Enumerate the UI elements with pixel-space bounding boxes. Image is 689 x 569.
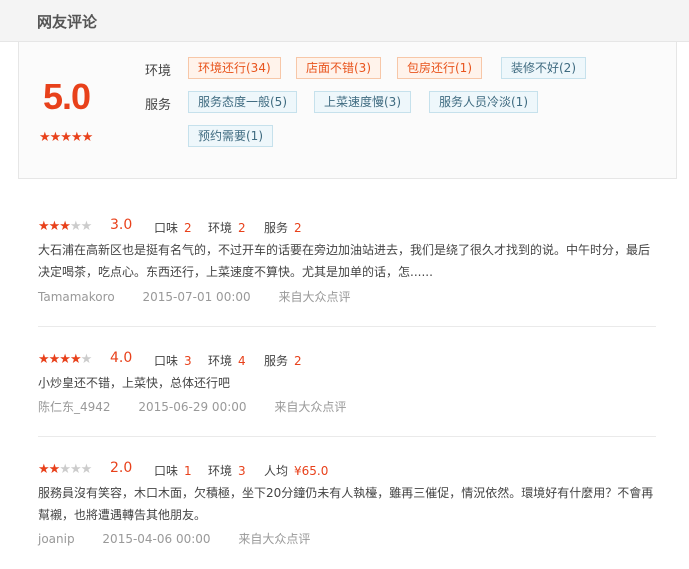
section-header: 网友评论 (0, 0, 689, 42)
review-taste: 口味 2 (154, 221, 192, 235)
review-star-icons: ★★★★★ (38, 219, 92, 234)
review-text: 服務員沒有笑容，木口木面，欠積極，坐下20分鐘仍未有人執檯，雖再三催促，情況依然… (38, 486, 654, 522)
review-taste: 口味 3 (154, 354, 192, 368)
review-footer: Tamamakoro 2015-07-01 00:00 来自大众点评 (38, 288, 374, 305)
review-source: 来自大众点评 (238, 532, 311, 546)
tag-env-ok[interactable]: 环境还行(34) (188, 57, 281, 79)
review-item: ★★★★★ 2.0 口味 1 环境 3 人均 ¥65.0 服務員沒有笑容，木口木面，欠… (38, 460, 656, 546)
review-source: 来自大众点评 (278, 290, 351, 304)
review-score: 2.0 (110, 460, 133, 476)
review-environment: 环境 2 (208, 221, 246, 235)
review-star-icons: ★★★★★ (38, 462, 92, 477)
tag-slow-serving[interactable]: 上菜速度慢(3) (314, 91, 411, 113)
tag-reservation-needed[interactable]: 预约需要(1) (188, 125, 273, 147)
tag-service-average[interactable]: 服务态度一般(5) (188, 91, 297, 113)
review-user[interactable]: joanip (38, 532, 75, 546)
review-footer: joanip 2015-04-06 00:00 来自大众点评 (38, 530, 334, 547)
service-label: 服务 (145, 98, 172, 113)
tag-private-room-ok[interactable]: 包房还行(1) (397, 57, 482, 79)
overall-star-icons: ★★★★★ (39, 130, 93, 145)
review-source: 来自大众点评 (274, 400, 347, 414)
review-item: ★★★★★ 3.0 口味 2 环境 2 服务 2 大石浦在高新区也是挺有名气的，不过开… (38, 217, 656, 304)
review-environment: 环境 3 (208, 464, 246, 478)
review-avg-price: 人均 ¥65.0 (264, 464, 329, 478)
review-user[interactable]: Tamamakoro (38, 290, 115, 304)
review-environment: 环境 4 (208, 354, 246, 368)
review-footer: 陈仁东_4942 2015-06-29 00:00 来自大众点评 (38, 398, 370, 415)
rating-summary: 5.0 ★★★★★ 环境 环境还行(34) 店面不错(3) 包房还行(1) 装修… (18, 42, 677, 179)
review-date: 2015-04-06 00:00 (102, 532, 211, 546)
tag-decor-bad[interactable]: 装修不好(2) (501, 57, 586, 79)
review-user[interactable]: 陈仁东_4942 (38, 400, 111, 414)
review-text: 大石浦在高新区也是挺有名气的，不过开车的话要在旁边加油站进去，我们是绕了很久才找… (38, 243, 651, 279)
review-service: 服务 2 (264, 354, 302, 368)
review-star-icons: ★★★★★ (38, 352, 92, 367)
review-service: 服务 2 (264, 221, 302, 235)
divider (38, 326, 656, 327)
tag-store-good[interactable]: 店面不错(3) (296, 57, 381, 79)
review-score: 4.0 (110, 350, 133, 366)
review-date: 2015-07-01 00:00 (142, 290, 251, 304)
divider (38, 436, 656, 437)
overall-score: 5.0 (43, 76, 91, 117)
section-title: 网友评论 (37, 13, 98, 31)
review-score: 3.0 (110, 217, 133, 233)
tag-staff-cold[interactable]: 服务人员冷淡(1) (429, 91, 538, 113)
env-label: 环境 (145, 64, 172, 79)
review-text: 小炒皇还不错，上菜快，总体还行吧 (38, 376, 231, 390)
review-date: 2015-06-29 00:00 (138, 400, 247, 414)
review-item: ★★★★★ 4.0 口味 3 环境 4 服务 2 小炒皇还不错，上菜快，总体还行吧 陈… (38, 350, 656, 414)
review-taste: 口味 1 (154, 464, 192, 478)
